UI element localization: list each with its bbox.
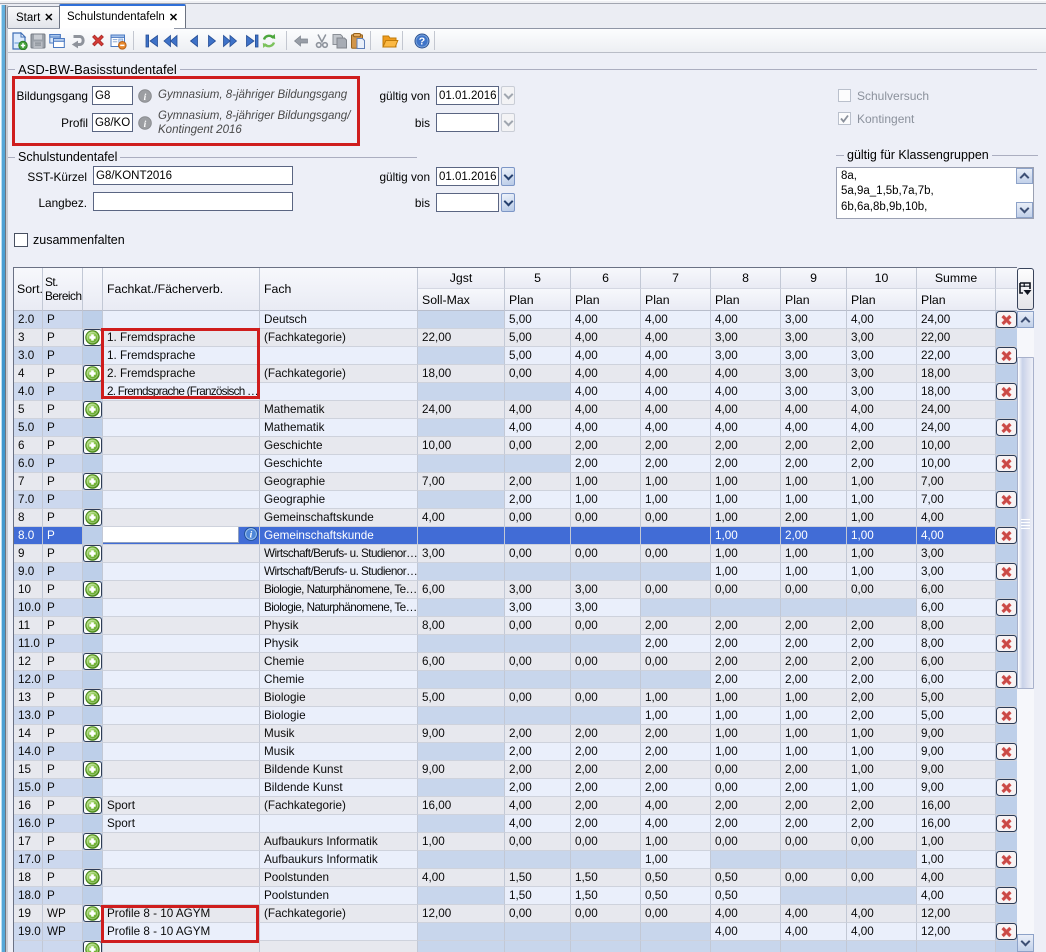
svg-text:?: ? — [419, 36, 425, 48]
svg-text:i: i — [250, 531, 253, 541]
